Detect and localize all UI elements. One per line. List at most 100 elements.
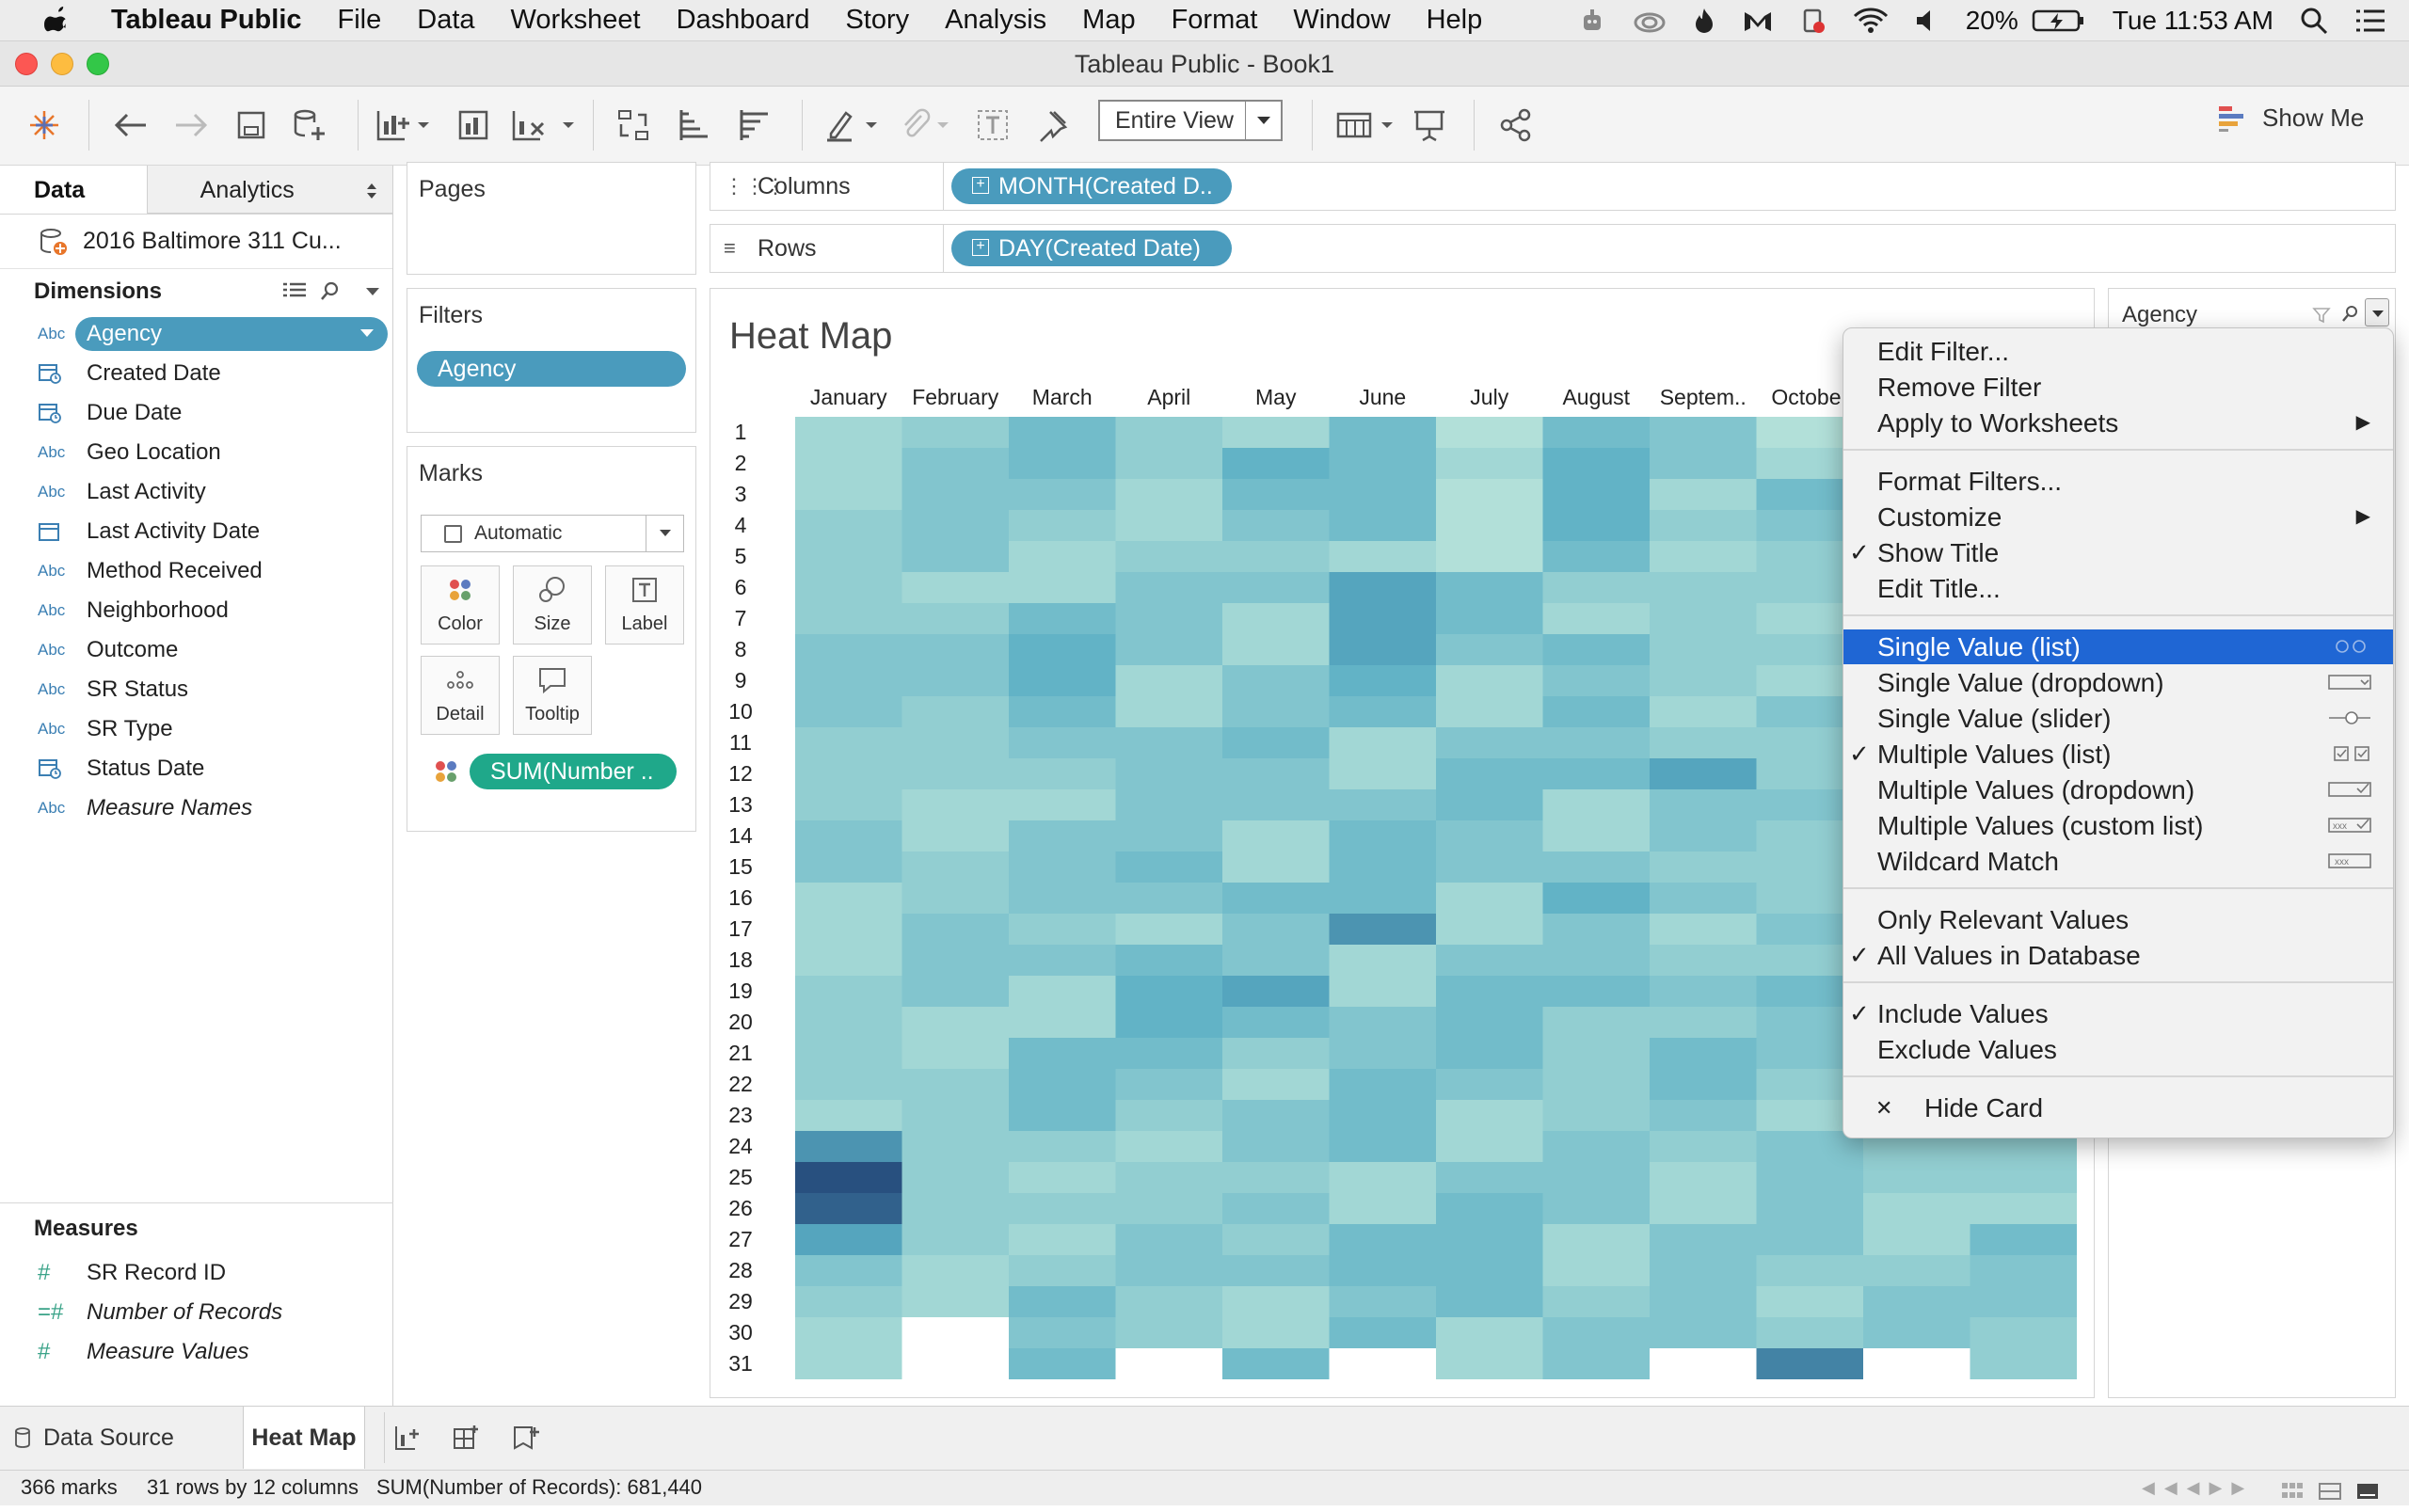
size-button[interactable]: Size xyxy=(513,565,592,645)
heatmap-cell[interactable] xyxy=(795,883,902,915)
heatmap-cell[interactable] xyxy=(1329,1038,1437,1070)
heatmap-cell[interactable] xyxy=(1115,541,1223,573)
heatmap-cell[interactable] xyxy=(1115,1348,1223,1379)
marks-color-pill[interactable]: SUM(Number .. xyxy=(470,754,677,789)
heatmap-cell[interactable] xyxy=(1009,1162,1116,1194)
heatmap-cell[interactable] xyxy=(1329,914,1437,946)
heatmap-cell[interactable] xyxy=(901,1038,1010,1070)
heatmap-cell[interactable] xyxy=(1115,665,1223,697)
heatmap-cell[interactable] xyxy=(1650,1100,1757,1132)
heatmap-cell[interactable] xyxy=(1222,883,1330,915)
tableau-logo-icon[interactable] xyxy=(23,103,66,147)
heatmap-cell[interactable] xyxy=(1436,541,1543,573)
heatmap-cell[interactable] xyxy=(1009,665,1116,697)
heatmap-cell[interactable] xyxy=(1863,1162,1970,1194)
heatmap-cell[interactable] xyxy=(1009,1224,1116,1256)
heatmap-cell[interactable] xyxy=(1329,1224,1437,1256)
day-header[interactable]: 2 xyxy=(710,448,771,479)
heatmap-cell[interactable] xyxy=(1542,1100,1651,1132)
heatmap-cell[interactable] xyxy=(1329,417,1437,449)
heatmap-cell[interactable] xyxy=(901,883,1010,915)
dimension-item[interactable]: Status Date xyxy=(0,749,392,788)
heatmap-cell[interactable] xyxy=(1009,696,1116,728)
heatmap-cell[interactable] xyxy=(795,1038,902,1070)
dimension-item[interactable]: Abc SR Status xyxy=(0,670,392,709)
heatmap-cell[interactable] xyxy=(1009,541,1116,573)
heatmap-cell[interactable] xyxy=(901,696,1010,728)
heatmap-cell[interactable] xyxy=(1650,665,1757,697)
heatmap-cell[interactable] xyxy=(1756,1348,1864,1379)
group-members-icon[interactable] xyxy=(894,103,937,147)
heatmap-cell[interactable] xyxy=(1436,727,1543,759)
heatmap-cell[interactable] xyxy=(1436,1162,1543,1194)
heatmap-cell[interactable] xyxy=(795,1255,902,1287)
heatmap-cell[interactable] xyxy=(1329,976,1437,1008)
heatmap-cell[interactable] xyxy=(1009,1193,1116,1225)
heatmap-cell[interactable] xyxy=(1650,479,1757,511)
heatmap-cell[interactable] xyxy=(1436,696,1543,728)
highlight-dropdown[interactable] xyxy=(862,103,881,147)
heatmap-cell[interactable] xyxy=(795,945,902,977)
heatmap-cell[interactable] xyxy=(901,914,1010,946)
heatmap-cell[interactable] xyxy=(1542,820,1651,852)
heatmap-cell[interactable] xyxy=(1115,1255,1223,1287)
heatmap-cell[interactable] xyxy=(1009,1348,1116,1379)
heatmap-cell[interactable] xyxy=(901,1162,1010,1194)
heatmap-cell[interactable] xyxy=(1542,1286,1651,1318)
heatmap-cell[interactable] xyxy=(1329,603,1437,635)
show-mark-labels-icon[interactable] xyxy=(971,103,1014,147)
heatmap-cell[interactable] xyxy=(1222,945,1330,977)
month-header[interactable]: Septem.. xyxy=(1650,385,1757,410)
heatmap-cell[interactable] xyxy=(795,479,902,511)
heatmap-cell[interactable] xyxy=(901,1224,1010,1256)
chevron-down-icon[interactable] xyxy=(365,286,380,297)
battery-icon[interactable] xyxy=(2032,8,2086,34)
heatmap-cell[interactable] xyxy=(1115,1224,1223,1256)
heatmap-cell[interactable] xyxy=(1222,727,1330,759)
tab-heat-map[interactable]: Heat Map xyxy=(243,1407,365,1469)
heatmap-cell[interactable] xyxy=(1436,510,1543,542)
month-header[interactable]: May xyxy=(1222,385,1330,410)
heatmap-cell[interactable] xyxy=(1329,727,1437,759)
heatmap-cell[interactable] xyxy=(1115,883,1223,915)
heatmap-cell[interactable] xyxy=(1009,634,1116,666)
heatmap-cell[interactable] xyxy=(1115,758,1223,790)
day-header[interactable]: 19 xyxy=(710,976,771,1007)
heatmap-cell[interactable] xyxy=(1115,727,1223,759)
clear-sheet-dropdown[interactable] xyxy=(559,103,578,147)
day-header[interactable]: 1 xyxy=(710,417,771,448)
heatmap-cell[interactable] xyxy=(1222,479,1330,511)
redo-icon[interactable] xyxy=(169,103,213,147)
new-dashboard-tab-icon[interactable] xyxy=(444,1416,487,1459)
save-icon[interactable] xyxy=(230,103,273,147)
heatmap-cell[interactable] xyxy=(1115,417,1223,449)
heatmap-cell[interactable] xyxy=(795,1162,902,1194)
heatmap-cell[interactable] xyxy=(795,914,902,946)
day-header[interactable]: 28 xyxy=(710,1255,771,1286)
heatmap-cell[interactable] xyxy=(1436,1007,1543,1039)
day-header[interactable]: 6 xyxy=(710,572,771,603)
heatmap-cell[interactable] xyxy=(1115,976,1223,1008)
heatmap-cell[interactable] xyxy=(1222,1069,1330,1101)
heatmap-cell[interactable] xyxy=(1970,1224,2078,1256)
menu-item-customize[interactable]: Customize ▶ xyxy=(1843,500,2393,534)
menu-help[interactable]: Help xyxy=(1427,5,1483,36)
heatmap-cell[interactable] xyxy=(1329,1286,1437,1318)
menu-item-show-title[interactable]: ✓ Show Title xyxy=(1843,535,2393,570)
dimension-item[interactable]: Abc Agency xyxy=(0,314,392,354)
heatmap-cell[interactable] xyxy=(1115,448,1223,480)
month-header[interactable]: June xyxy=(1330,385,1437,410)
heatmap-cell[interactable] xyxy=(1650,883,1757,915)
heatmap-cell[interactable] xyxy=(1222,1007,1330,1039)
heatmap-cell[interactable] xyxy=(1115,1007,1223,1039)
heatmap-cell[interactable] xyxy=(795,727,902,759)
menu-item-include-values[interactable]: ✓ Include Values xyxy=(1843,996,2393,1031)
heatmap-cell[interactable] xyxy=(1756,1162,1864,1194)
heatmap-cell[interactable] xyxy=(1115,1038,1223,1070)
heatmap-cell[interactable] xyxy=(1436,634,1543,666)
day-header[interactable]: 9 xyxy=(710,665,771,696)
heatmap-cell[interactable] xyxy=(1009,1317,1116,1349)
heatmap-cell[interactable] xyxy=(795,758,902,790)
heatmap-cell[interactable] xyxy=(1009,945,1116,977)
heatmap-cell[interactable] xyxy=(795,1317,902,1349)
